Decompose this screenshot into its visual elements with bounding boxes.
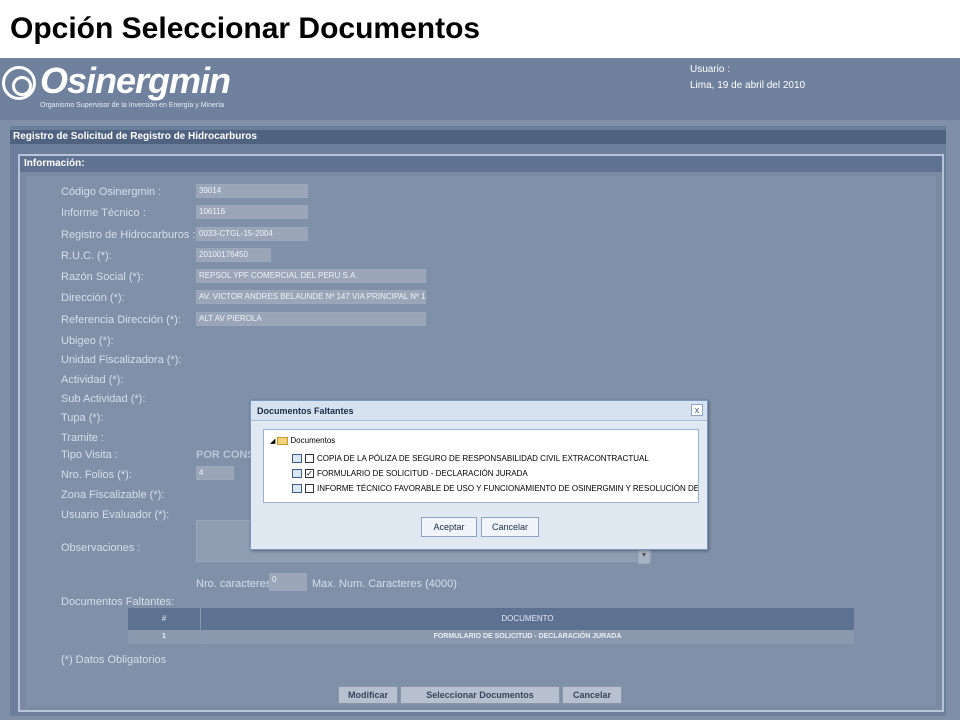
checkbox-icon[interactable]: [305, 454, 314, 464]
docs-faltantes-label: Documentos Faltantes:: [61, 596, 175, 608]
documentos-grid: # DOCUMENTO 1 FORMULARIO DE SOLICITUD - …: [128, 608, 854, 644]
codigo-label: Código Osinergmin :: [61, 186, 162, 198]
nro-caracteres-label: Nro. caracteres:: [196, 578, 275, 590]
ubigeo-label: Ubigeo (*):: [61, 335, 114, 347]
razon-social-field[interactable]: REPSOL YPF COMERCIAL DEL PERU S.A.: [196, 269, 426, 283]
textarea-scroll-icon[interactable]: ▼: [638, 548, 650, 564]
cancelar-button[interactable]: Cancelar: [562, 686, 622, 704]
document-icon: [292, 454, 302, 464]
tree-item[interactable]: INFORME TÉCNICO FAVORABLE DE USO Y FUNCI…: [292, 482, 699, 496]
tree-item[interactable]: COPIA DE LA PÓLIZA DE SEGURO DE RESPONSA…: [292, 452, 649, 466]
documentos-tree: ◢ Documentos COPIA DE LA PÓLIZA DE SEGURO…: [263, 429, 699, 503]
checkbox-icon[interactable]: [305, 484, 314, 494]
tree-item[interactable]: ✓ FORMULARIO DE SOLICITUD - DECLARACIÓN J…: [292, 467, 528, 481]
registro-hidro-label: Registro de Hidrocarburos :: [61, 229, 196, 241]
row-num: 1: [128, 630, 201, 644]
tipo-visita-label: Tipo Visita :: [61, 449, 118, 461]
direccion-field[interactable]: AV. VICTOR ANDRES BELAUNDE Nº 147 VIA PR…: [196, 290, 426, 304]
grid-header-documento[interactable]: DOCUMENTO: [201, 608, 854, 630]
nro-caracteres-field[interactable]: 0: [269, 573, 307, 591]
ruc-field[interactable]: 20100176450: [196, 248, 271, 262]
tupa-label: Tupa (*):: [61, 412, 104, 424]
info-section-title: Información:: [20, 156, 942, 172]
max-caracteres-label: Max. Num. Caracteres (4000): [312, 578, 457, 590]
folder-icon: [277, 436, 289, 445]
document-icon: [292, 484, 302, 494]
grid-header: # DOCUMENTO: [128, 608, 854, 630]
actividad-label: Actividad (*):: [61, 374, 124, 386]
checkbox-checked-icon[interactable]: ✓: [305, 469, 314, 479]
logo-subtitle: Organismo Supervisor de la Inversión en …: [40, 102, 225, 109]
logo-mark-icon: [2, 66, 36, 100]
unidad-label: Unidad Fiscalizadora (*):: [61, 354, 182, 366]
tramite-label: Tramite :: [61, 432, 104, 444]
informe-field[interactable]: 106116: [196, 205, 308, 219]
registro-hidro-field[interactable]: 0033-CTGL-15-2004: [196, 227, 308, 241]
nro-folios-field[interactable]: 4: [196, 466, 234, 480]
observaciones-label: Observaciones :: [61, 542, 141, 554]
nro-folios-label: Nro. Folios (*):: [61, 469, 132, 481]
tree-item-label: FORMULARIO DE SOLICITUD - DECLARACIÓN JU…: [317, 469, 528, 478]
tree-item-label: INFORME TÉCNICO FAVORABLE DE USO Y FUNCI…: [317, 484, 699, 493]
referencia-field[interactable]: ALT AV PIEROLA: [196, 312, 426, 326]
razon-social-label: Razón Social (*):: [61, 271, 144, 283]
user-label: Usuario :: [690, 64, 731, 75]
osinergmin-logo: Osinergmin Organismo Supervisor de la In…: [2, 60, 238, 116]
informe-label: Informe Técnico :: [61, 207, 146, 219]
close-icon[interactable]: x: [691, 404, 703, 416]
tree-root[interactable]: ◢ Documentos: [270, 436, 335, 445]
action-bar: Modificar Seleccionar Documentos Cancela…: [0, 686, 960, 706]
slide-title: Opción Seleccionar Documentos: [10, 12, 481, 45]
tree-root-label: Documentos: [290, 436, 336, 445]
panel-title: Registro de Solicitud de Registro de Hid…: [10, 130, 946, 144]
subactividad-label: Sub Actividad (*):: [61, 393, 146, 405]
dialog-cancelar-button[interactable]: Cancelar: [481, 517, 539, 537]
table-row[interactable]: 1 FORMULARIO DE SOLICITUD - DECLARACIÓN …: [128, 630, 854, 644]
referencia-label: Referencia Dirección (*):: [61, 314, 181, 326]
zona-label: Zona Fiscalizable (*):: [61, 489, 165, 501]
tree-item-label: COPIA DE LA PÓLIZA DE SEGURO DE RESPONSA…: [317, 454, 649, 463]
collapse-arrow-icon[interactable]: ◢: [270, 438, 275, 445]
app-header: Osinergmin Organismo Supervisor de la In…: [0, 58, 960, 120]
modificar-button[interactable]: Modificar: [338, 686, 398, 704]
dialog-title: Documentos Faltantes: [251, 401, 707, 421]
row-documento: FORMULARIO DE SOLICITUD - DECLARACIÓN JU…: [433, 633, 622, 640]
user-info: Usuario : Lima, 19 de abril del 2010: [690, 62, 805, 94]
app-window: Osinergmin Organismo Supervisor de la In…: [0, 58, 960, 720]
usuario-eval-label: Usuario Evaluador (*):: [61, 509, 170, 521]
seleccionar-documentos-button[interactable]: Seleccionar Documentos: [400, 686, 560, 704]
direccion-label: Dirección (*):: [61, 292, 125, 304]
obligatorios-note: (*) Datos Obligatorios: [61, 654, 167, 666]
ruc-label: R.U.C. (*):: [61, 250, 112, 262]
grid-header-num[interactable]: #: [128, 608, 201, 630]
aceptar-button[interactable]: Aceptar: [421, 517, 477, 537]
codigo-field[interactable]: 39014: [196, 184, 308, 198]
document-icon: [292, 469, 302, 479]
logo-text: Osinergmin: [40, 60, 231, 101]
documentos-faltantes-dialog: Documentos Faltantes x ◢ Documentos COPIA…: [250, 400, 708, 550]
current-date: Lima, 19 de abril del 2010: [690, 80, 806, 91]
